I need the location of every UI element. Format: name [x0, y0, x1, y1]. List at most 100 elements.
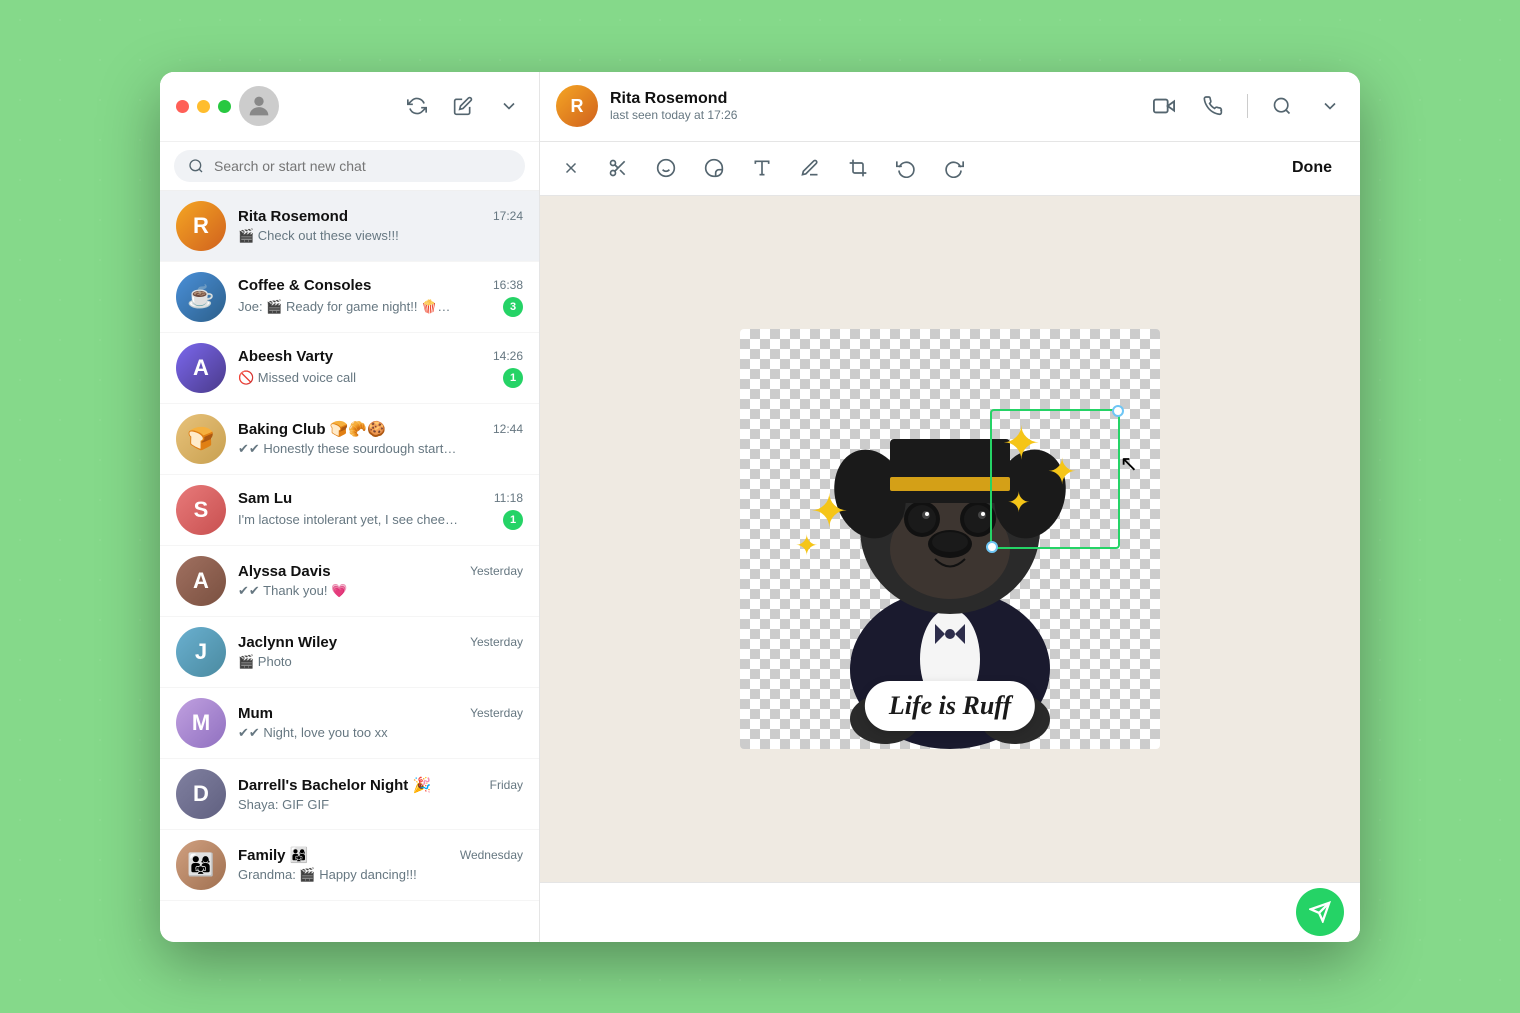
chat-info: Family 👨‍👩‍👧 Wednesday Grandma: 🎬 Happy … [238, 846, 523, 883]
maximize-traffic-light[interactable] [218, 100, 231, 113]
undo-button[interactable] [890, 152, 922, 184]
search-chat-button[interactable] [1268, 92, 1296, 120]
unread-badge: 1 [503, 510, 523, 530]
send-icon [1309, 901, 1331, 923]
chat-item[interactable]: 🍞 Baking Club 🍞🥐🍪 12:44 ✔✔ Honestly thes… [160, 404, 539, 475]
send-button[interactable] [1296, 888, 1344, 936]
chat-top: Abeesh Varty 14:26 [238, 348, 523, 365]
chat-item[interactable]: M Mum Yesterday ✔✔ Night, love you too x… [160, 688, 539, 759]
chat-info: Darrell's Bachelor Night 🎉 Friday Shaya:… [238, 776, 523, 812]
chat-preview: ✔✔ Honestly these sourdough starters are… [238, 441, 523, 457]
compose-icon [453, 96, 473, 116]
chat-name: Baking Club 🍞🥐🍪 [238, 420, 386, 438]
video-call-button[interactable] [1149, 91, 1179, 121]
draw-tool-button[interactable] [794, 152, 826, 184]
done-button[interactable]: Done [1280, 153, 1344, 183]
selection-handle-top[interactable] [1112, 405, 1124, 417]
chat-top: Baking Club 🍞🥐🍪 12:44 [238, 420, 523, 438]
sidebar: R Rita Rosemond 17:24 🎬 Check out these … [160, 72, 540, 942]
chat-top: Sam Lu 11:18 [238, 490, 523, 507]
chat-info: Abeesh Varty 14:26 🚫 Missed voice call 1 [238, 348, 523, 388]
chat-name: Darrell's Bachelor Night 🎉 [238, 776, 431, 794]
avatar: J [176, 627, 226, 677]
profile-icon [245, 92, 273, 120]
chat-preview-text: 🚫 Missed voice call [238, 370, 356, 386]
phone-icon [1203, 96, 1223, 116]
sparkle-selection-box[interactable]: ✦ ✦ ✦ ↖ [990, 409, 1120, 549]
chat-time: Yesterday [470, 635, 523, 649]
chat-preview-text: ✔✔ Honestly these sourdough starters are… [238, 441, 458, 457]
search-input[interactable] [214, 158, 511, 174]
chevron-down-icon [1320, 96, 1340, 116]
chat-preview: 🎬 Check out these views!!! [238, 228, 523, 244]
redo-button[interactable] [938, 152, 970, 184]
sparkle-left-2: ✦ [795, 529, 818, 562]
sparkle-right-2: ✦ [1047, 451, 1077, 493]
chat-preview-text: Shaya: GIF GIF [238, 797, 329, 812]
my-avatar[interactable] [239, 86, 279, 126]
avatar: 🍞 [176, 414, 226, 464]
chat-info: Rita Rosemond 17:24 🎬 Check out these vi… [238, 208, 523, 244]
chat-item[interactable]: A Abeesh Varty 14:26 🚫 Missed voice call… [160, 333, 539, 404]
chat-item[interactable]: R Rita Rosemond 17:24 🎬 Check out these … [160, 191, 539, 262]
sticker-icon [704, 158, 724, 178]
chat-item[interactable]: J Jaclynn Wiley Yesterday 🎬 Photo [160, 617, 539, 688]
filter-button[interactable] [495, 92, 523, 120]
chat-time: 14:26 [493, 349, 523, 363]
app-window: R Rita Rosemond 17:24 🎬 Check out these … [160, 72, 1360, 942]
minimize-traffic-light[interactable] [197, 100, 210, 113]
chat-info: Jaclynn Wiley Yesterday 🎬 Photo [238, 634, 523, 670]
chat-name: Coffee & Consoles [238, 277, 371, 294]
chat-preview: Grandma: 🎬 Happy dancing!!! [238, 867, 523, 883]
new-chat-button[interactable] [449, 92, 477, 120]
avatar: 👨‍👩‍👧 [176, 840, 226, 890]
chat-name: Alyssa Davis [238, 563, 331, 580]
chat-info: Sam Lu 11:18 I'm lactose intolerant yet,… [238, 490, 523, 530]
chat-top: Family 👨‍👩‍👧 Wednesday [238, 846, 523, 864]
chat-preview-text: ✔✔ Night, love you too xx [238, 725, 388, 741]
avatar: ☕ [176, 272, 226, 322]
chat-item[interactable]: D Darrell's Bachelor Night 🎉 Friday Shay… [160, 759, 539, 830]
pen-icon [800, 158, 820, 178]
frame-tool-button[interactable] [842, 152, 874, 184]
avatar: D [176, 769, 226, 819]
chat-preview-text: Grandma: 🎬 Happy dancing!!! [238, 867, 417, 883]
text-icon [752, 158, 772, 178]
chat-top: Darrell's Bachelor Night 🎉 Friday [238, 776, 523, 794]
avatar: A [176, 343, 226, 393]
sidebar-header [160, 72, 539, 142]
chat-header-name: Rita Rosemond [610, 90, 1137, 108]
sticker-tool-button[interactable] [698, 152, 730, 184]
chat-item[interactable]: ☕ Coffee & Consoles 16:38 Joe: 🎬 Ready f… [160, 262, 539, 333]
selection-handle-bottom[interactable] [986, 541, 998, 553]
cursor: ↖ [1120, 451, 1138, 477]
crop-icon [848, 158, 868, 178]
sidebar-header-icons [403, 92, 523, 120]
unread-badge: 1 [503, 368, 523, 388]
redo-icon [944, 158, 964, 178]
sidebar-header-left [176, 86, 279, 126]
chat-top: Rita Rosemond 17:24 [238, 208, 523, 225]
chat-name: Family 👨‍👩‍👧 [238, 846, 308, 864]
chat-item[interactable]: 👨‍👩‍👧 Family 👨‍👩‍👧 Wednesday Grandma: 🎬 … [160, 830, 539, 901]
phone-call-button[interactable] [1199, 92, 1227, 120]
search-bar [160, 142, 539, 191]
chat-item[interactable]: A Alyssa Davis Yesterday ✔✔ Thank you! 💗 [160, 546, 539, 617]
close-editor-button[interactable] [556, 153, 586, 183]
chat-time: 12:44 [493, 422, 523, 436]
chat-preview-text: I'm lactose intolerant yet, I see cheese… [238, 512, 458, 527]
refresh-button[interactable] [403, 92, 431, 120]
more-options-button[interactable] [1316, 92, 1344, 120]
chat-name: Sam Lu [238, 490, 292, 507]
chat-time: Friday [490, 778, 523, 792]
crop-tool-button[interactable] [602, 152, 634, 184]
chat-item[interactable]: S Sam Lu 11:18 I'm lactose intolerant ye… [160, 475, 539, 546]
chat-preview-text: 🎬 Photo [238, 654, 292, 670]
chat-header: R Rita Rosemond last seen today at 17:26 [540, 72, 1360, 142]
chat-top: Coffee & Consoles 16:38 [238, 277, 523, 294]
text-tool-button[interactable] [746, 152, 778, 184]
emoji-tool-button[interactable] [650, 152, 682, 184]
close-traffic-light[interactable] [176, 100, 189, 113]
scissors-icon [608, 158, 628, 178]
sparkle-right-1: ✦ [1002, 416, 1041, 470]
